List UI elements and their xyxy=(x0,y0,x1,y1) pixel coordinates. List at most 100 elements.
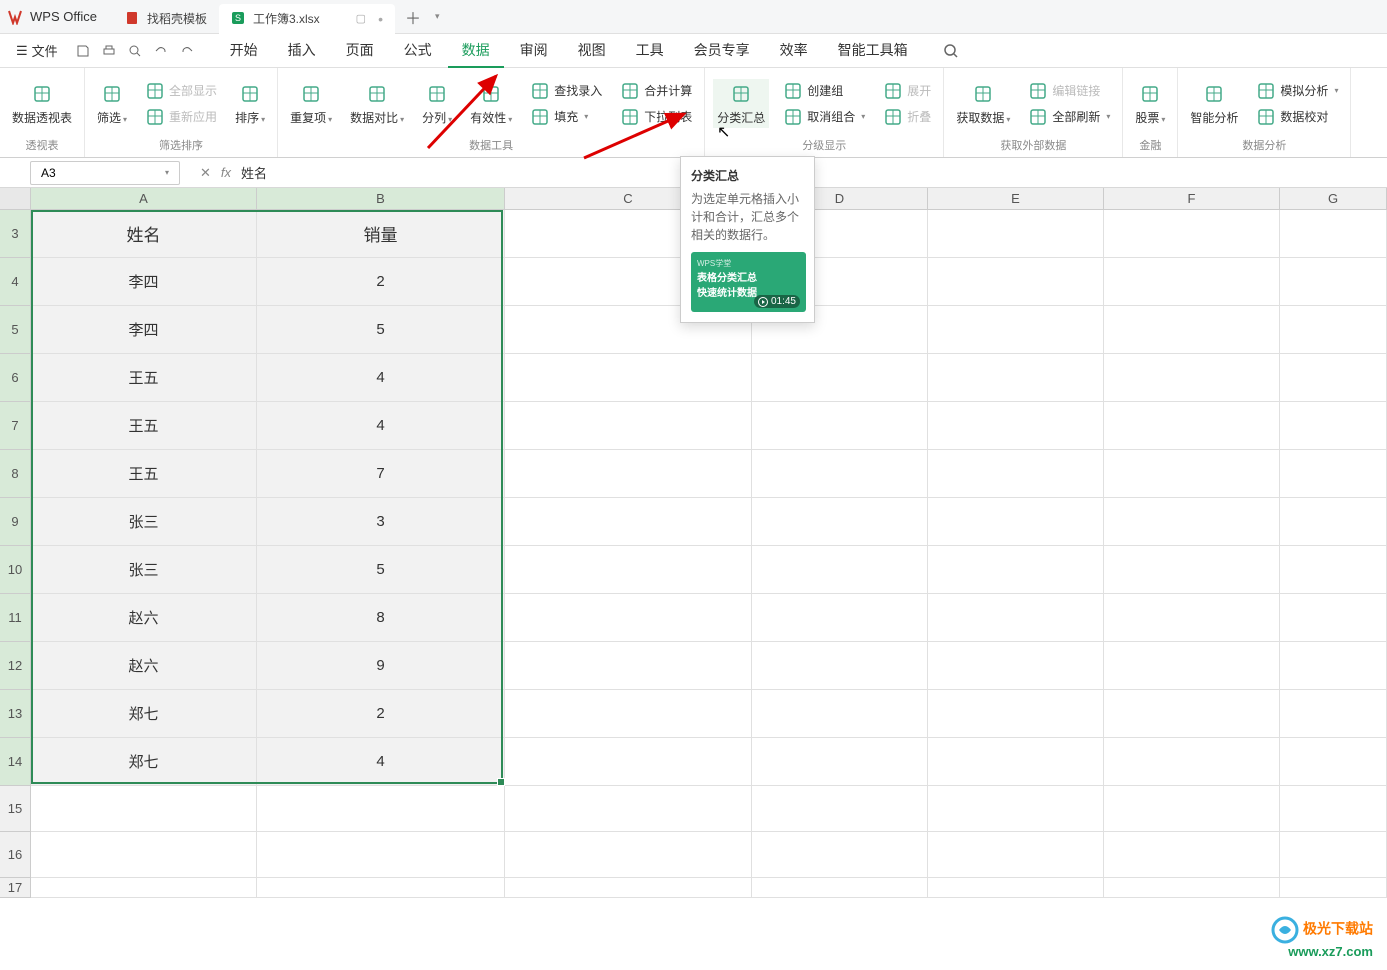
new-tab-button[interactable]: ＋ xyxy=(395,5,431,29)
print-preview-icon[interactable] xyxy=(126,42,144,60)
row-header-8[interactable]: 8 xyxy=(0,450,31,498)
cancel-icon[interactable]: ✕ xyxy=(200,165,211,181)
ribbon-合并计算[interactable]: 合并计算 xyxy=(616,79,696,103)
cell-E9[interactable] xyxy=(928,498,1104,546)
ribbon-排序[interactable]: 排序▾ xyxy=(231,79,269,128)
row-header-17[interactable]: 17 xyxy=(0,878,31,898)
ribbon-取消组合[interactable]: 取消组合▾ xyxy=(779,105,869,129)
row-header-5[interactable]: 5 xyxy=(0,306,31,354)
cell-F17[interactable] xyxy=(1104,878,1280,898)
select-all-corner[interactable] xyxy=(0,188,31,209)
cell-E17[interactable] xyxy=(928,878,1104,898)
cell-B16[interactable] xyxy=(257,832,505,878)
cell-B8[interactable]: 7 xyxy=(257,450,505,498)
cell-C14[interactable] xyxy=(505,738,752,786)
cell-F7[interactable] xyxy=(1104,402,1280,450)
cell-G11[interactable] xyxy=(1280,594,1387,642)
ribbon-下拉列表[interactable]: 下拉列表 xyxy=(616,105,696,129)
cell-G9[interactable] xyxy=(1280,498,1387,546)
cell-B12[interactable]: 9 xyxy=(257,642,505,690)
ribbon-数据校对[interactable]: 数据校对 xyxy=(1252,105,1342,129)
ribbon-重复项[interactable]: 重复项▾ xyxy=(286,79,336,128)
cell-F6[interactable] xyxy=(1104,354,1280,402)
cell-E5[interactable] xyxy=(928,306,1104,354)
tooltip-video-thumb[interactable]: WPS学堂 表格分类汇总 快速统计数据 01:45 xyxy=(691,252,806,312)
new-tab-dropdown-icon[interactable]: ▾ xyxy=(431,11,444,22)
fx-icon[interactable]: fx xyxy=(221,165,231,180)
cell-E12[interactable] xyxy=(928,642,1104,690)
ribbon-数据透视表[interactable]: 数据透视表 xyxy=(8,79,76,128)
cell-C8[interactable] xyxy=(505,450,752,498)
ribbon-全部刷新[interactable]: 全部刷新▾ xyxy=(1024,105,1114,129)
cell-A8[interactable]: 王五 xyxy=(31,450,257,498)
cell-G3[interactable] xyxy=(1280,210,1387,258)
cell-B3[interactable]: 销量 xyxy=(257,210,505,258)
cell-B11[interactable]: 8 xyxy=(257,594,505,642)
cell-E4[interactable] xyxy=(928,258,1104,306)
menu-效率[interactable]: 效率 xyxy=(766,34,822,68)
cell-C13[interactable] xyxy=(505,690,752,738)
row-header-4[interactable]: 4 xyxy=(0,258,31,306)
menu-公式[interactable]: 公式 xyxy=(390,34,446,68)
cell-G4[interactable] xyxy=(1280,258,1387,306)
cell-C6[interactable] xyxy=(505,354,752,402)
cell-A13[interactable]: 郑七 xyxy=(31,690,257,738)
cell-G12[interactable] xyxy=(1280,642,1387,690)
cell-D8[interactable] xyxy=(752,450,928,498)
ribbon-创建组[interactable]: 创建组 xyxy=(779,79,869,103)
search-icon[interactable] xyxy=(942,42,960,60)
cell-E15[interactable] xyxy=(928,786,1104,832)
row-header-11[interactable]: 11 xyxy=(0,594,31,642)
redo-icon[interactable] xyxy=(178,42,196,60)
menu-审阅[interactable]: 审阅 xyxy=(506,34,562,68)
cell-E3[interactable] xyxy=(928,210,1104,258)
cell-G7[interactable] xyxy=(1280,402,1387,450)
cell-A14[interactable]: 郑七 xyxy=(31,738,257,786)
cell-D13[interactable] xyxy=(752,690,928,738)
ribbon-智能分析[interactable]: 智能分析 xyxy=(1186,79,1242,128)
cell-F14[interactable] xyxy=(1104,738,1280,786)
cell-G13[interactable] xyxy=(1280,690,1387,738)
row-header-12[interactable]: 12 xyxy=(0,642,31,690)
menu-插入[interactable]: 插入 xyxy=(274,34,330,68)
ribbon-分类汇总[interactable]: 分类汇总 xyxy=(713,79,769,128)
cell-G8[interactable] xyxy=(1280,450,1387,498)
cell-G5[interactable] xyxy=(1280,306,1387,354)
cell-E13[interactable] xyxy=(928,690,1104,738)
ribbon-筛选[interactable]: 筛选▾ xyxy=(93,79,131,128)
row-header-10[interactable]: 10 xyxy=(0,546,31,594)
menu-智能工具箱[interactable]: 智能工具箱 xyxy=(824,34,922,68)
tab-workbook[interactable]: S 工作簿3.xlsx ▢ • xyxy=(219,4,395,34)
cell-G16[interactable] xyxy=(1280,832,1387,878)
row-header-14[interactable]: 14 xyxy=(0,738,31,786)
name-box[interactable]: A3 ▾ xyxy=(30,161,180,185)
cell-B14[interactable]: 4 xyxy=(257,738,505,786)
cell-D10[interactable] xyxy=(752,546,928,594)
cell-A9[interactable]: 张三 xyxy=(31,498,257,546)
ribbon-股票[interactable]: 股票▾ xyxy=(1131,79,1169,128)
cell-C15[interactable] xyxy=(505,786,752,832)
cell-B5[interactable]: 5 xyxy=(257,306,505,354)
cell-F3[interactable] xyxy=(1104,210,1280,258)
cell-C17[interactable] xyxy=(505,878,752,898)
cell-B15[interactable] xyxy=(257,786,505,832)
cell-E10[interactable] xyxy=(928,546,1104,594)
cell-G6[interactable] xyxy=(1280,354,1387,402)
cell-A7[interactable]: 王五 xyxy=(31,402,257,450)
cell-B6[interactable]: 4 xyxy=(257,354,505,402)
cell-F15[interactable] xyxy=(1104,786,1280,832)
cell-E6[interactable] xyxy=(928,354,1104,402)
file-menu[interactable]: ☰ 文件 xyxy=(10,37,64,64)
cell-C16[interactable] xyxy=(505,832,752,878)
cell-B4[interactable]: 2 xyxy=(257,258,505,306)
cell-G15[interactable] xyxy=(1280,786,1387,832)
cell-D7[interactable] xyxy=(752,402,928,450)
cell-A12[interactable]: 赵六 xyxy=(31,642,257,690)
row-header-9[interactable]: 9 xyxy=(0,498,31,546)
col-header-G[interactable]: G xyxy=(1280,188,1387,209)
cell-C10[interactable] xyxy=(505,546,752,594)
tab-dot-icon[interactable]: • xyxy=(378,11,383,27)
menu-数据[interactable]: 数据 xyxy=(448,34,504,68)
cell-C12[interactable] xyxy=(505,642,752,690)
row-header-3[interactable]: 3 xyxy=(0,210,31,258)
